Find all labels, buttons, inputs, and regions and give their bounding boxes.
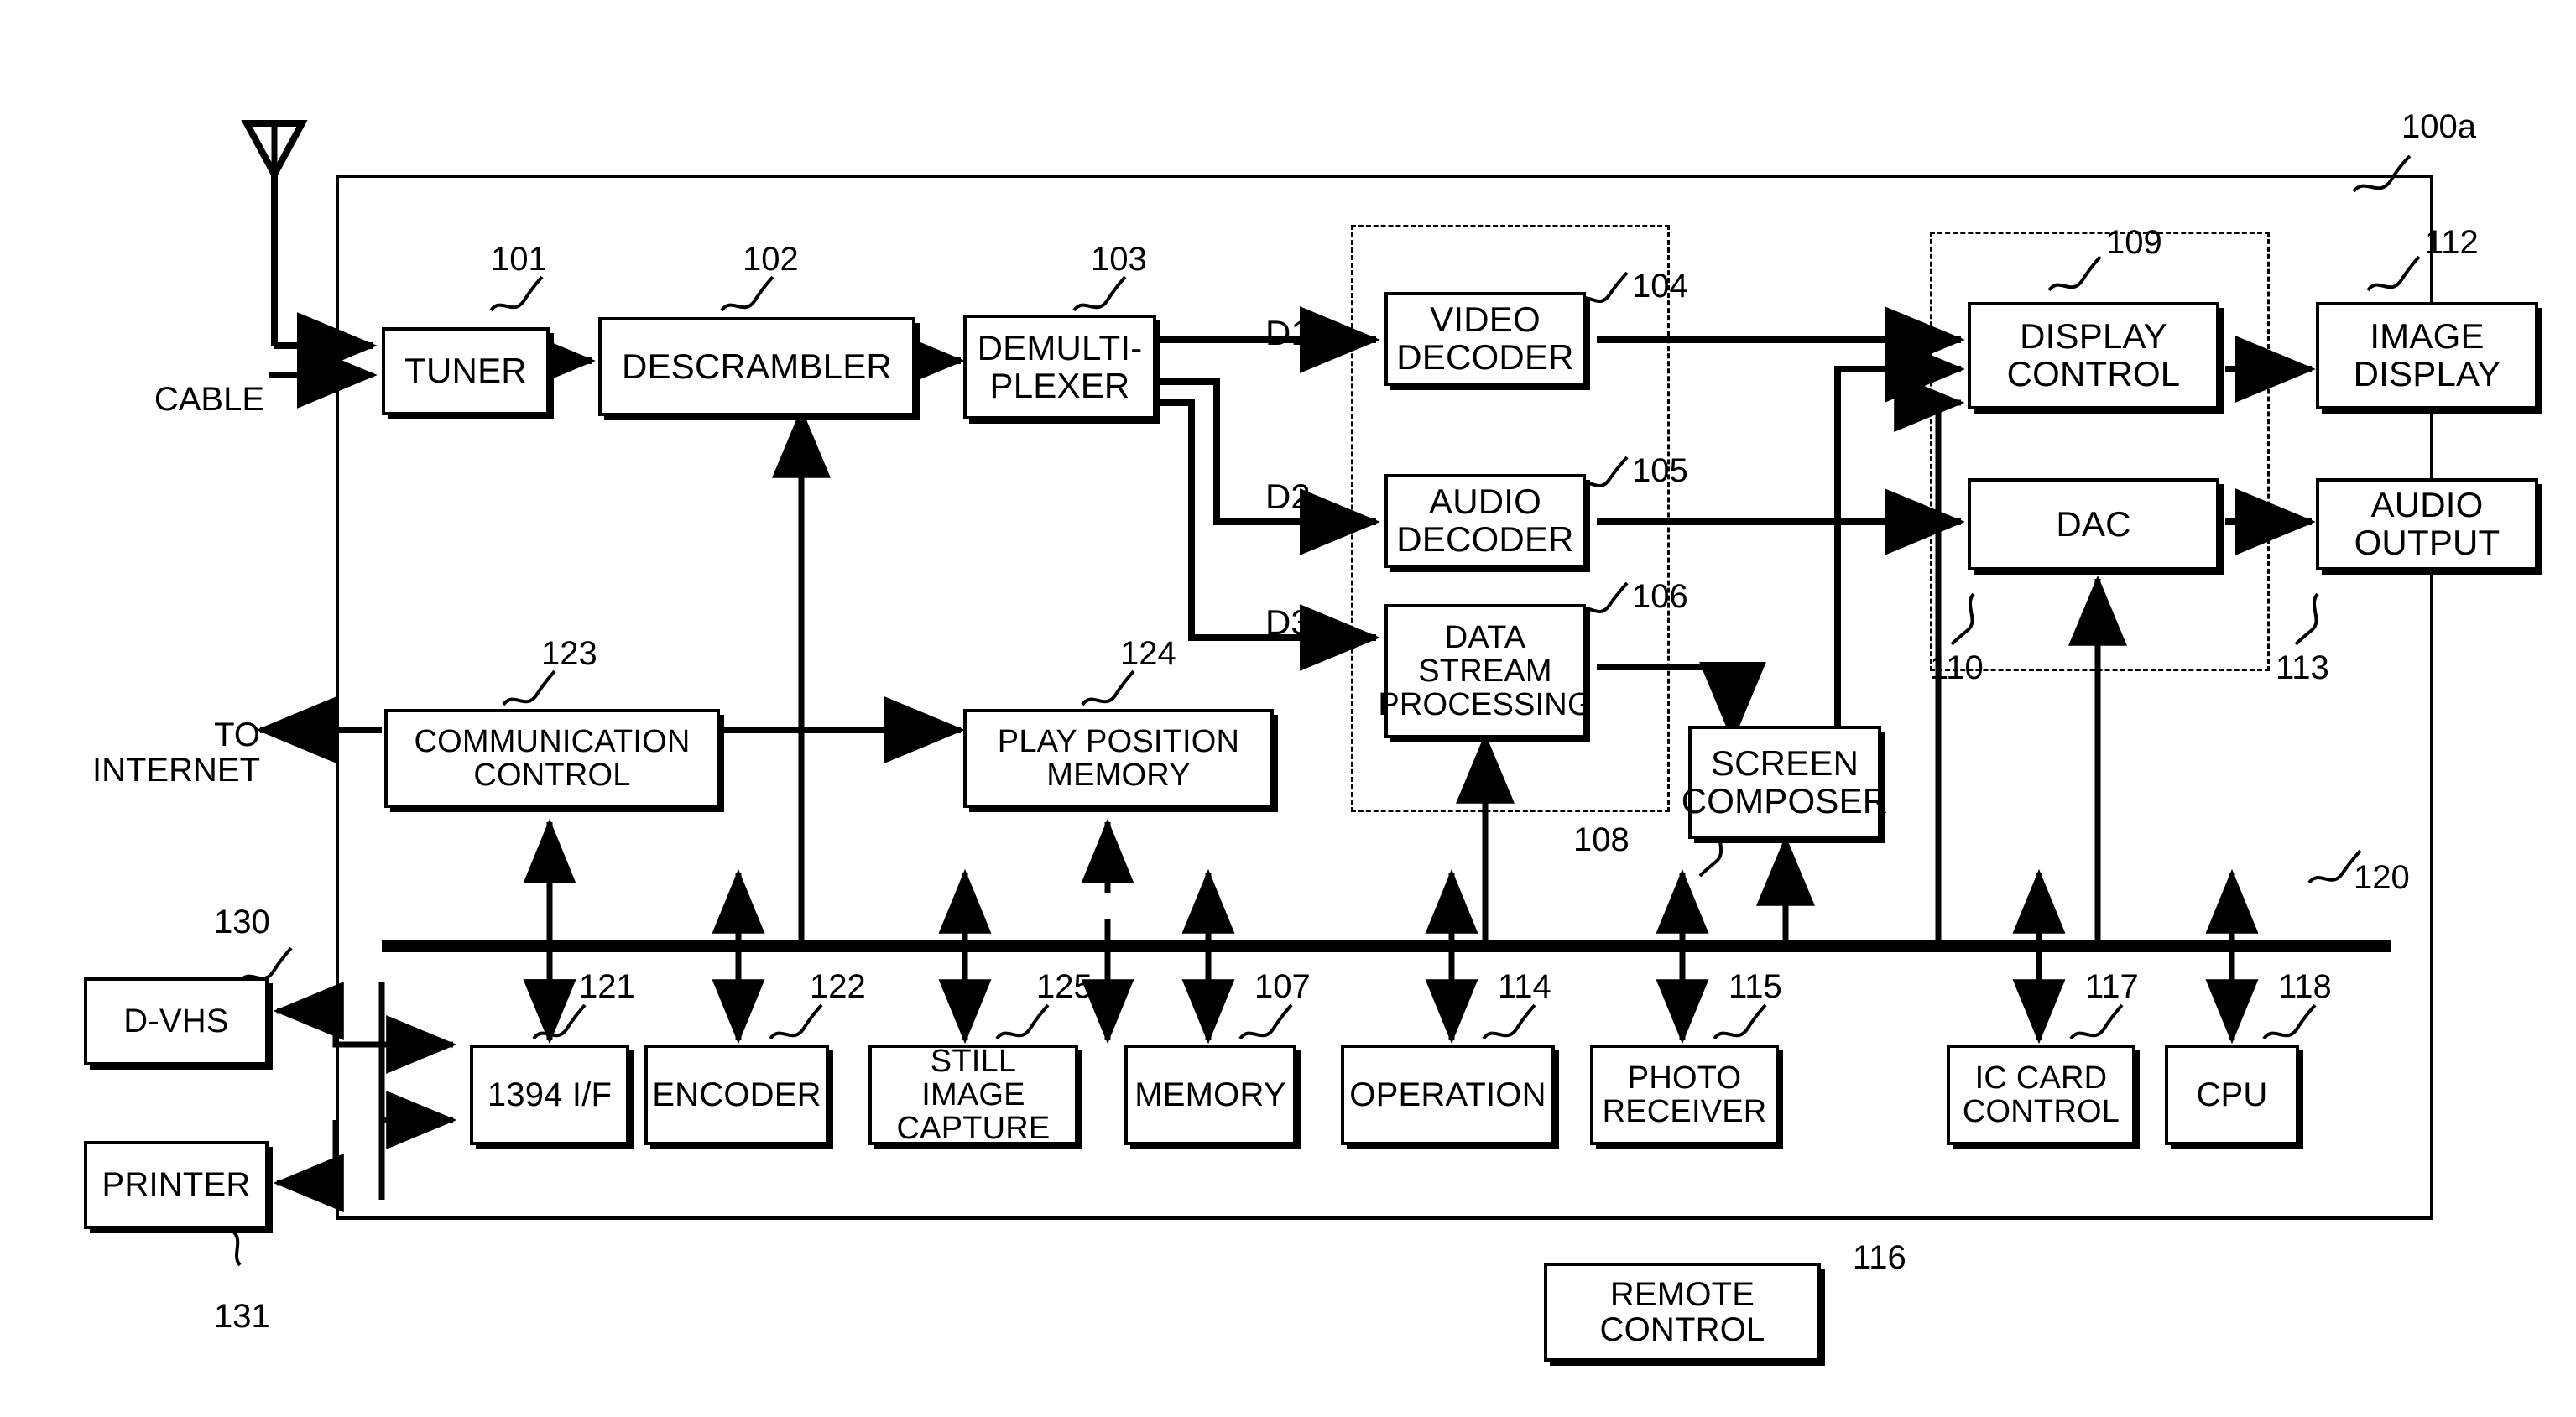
patent-figure: TUNER DESCRAMBLER DEMULTI- PLEXER VIDEO … [0,0,2576,1417]
signal-label-d2: D2 [1265,477,1311,516]
ref-num-123: 123 [541,635,597,672]
block-cpu[interactable]: CPU [2165,1045,2299,1145]
ref-num-120-bus: 120 [2354,859,2410,896]
ref-num-106: 106 [1632,578,1688,615]
signal-label-d3: D3 [1265,602,1311,642]
block-communication-control[interactable]: COMMUNICATION CONTROL [384,709,720,808]
ref-num-109: 109 [2106,224,2162,261]
block-photo-receiver[interactable]: PHOTO RECEIVER [1590,1045,1779,1145]
ref-num-131: 131 [214,1298,270,1335]
ref-num-103: 103 [1091,241,1147,278]
block-image-display[interactable]: IMAGE DISPLAY [2316,302,2538,409]
ref-num-124: 124 [1120,635,1176,672]
signal-label-d1: D1 [1265,313,1311,352]
ref-num-118: 118 [2278,968,2332,1005]
ref-num-117: 117 [2085,968,2139,1005]
ref-num-100a: 100a [2401,108,2476,145]
ref-num-108-decoder-group: 108 [1573,821,1630,858]
block-memory[interactable]: MEMORY [1124,1045,1296,1145]
label-to-internet: TO INTERNET [92,716,260,789]
block-still-image-capture[interactable]: STILL IMAGE CAPTURE [868,1045,1078,1145]
output-group-dashed-box [1930,232,2270,671]
ref-num-113: 113 [2276,649,2329,686]
ref-num-125: 125 [1036,968,1092,1005]
ref-num-121: 121 [579,968,635,1005]
ref-num-101: 101 [491,241,547,278]
block-operation[interactable]: OPERATION [1341,1045,1555,1145]
block-demultiplexer[interactable]: DEMULTI- PLEXER [963,315,1156,419]
ref-num-102: 102 [743,241,799,278]
ref-num-112: 112 [2425,224,2479,261]
block-ic-card-control[interactable]: IC CARD CONTROL [1947,1045,2135,1145]
block-video-decoder[interactable]: VIDEO DECODER [1384,292,1586,386]
ref-num-130: 130 [214,904,270,940]
block-dac[interactable]: DAC [1968,478,2219,570]
ref-num-104: 104 [1632,268,1688,305]
block-1394-interface[interactable]: 1394 I/F [470,1045,629,1145]
block-remote-control[interactable]: REMOTE CONTROL [1544,1263,1821,1362]
ref-num-110: 110 [1930,649,1984,686]
block-encoder[interactable]: ENCODER [644,1045,829,1145]
block-d-vhs[interactable]: D-VHS [84,977,269,1065]
ref-num-105: 105 [1632,452,1688,489]
block-audio-decoder[interactable]: AUDIO DECODER [1384,474,1586,568]
block-descrambler[interactable]: DESCRAMBLER [598,317,915,416]
block-play-position-memory[interactable]: PLAY POSITION MEMORY [963,709,1274,808]
ref-num-115: 115 [1729,968,1782,1005]
ref-num-114: 114 [1498,968,1551,1005]
block-printer[interactable]: PRINTER [84,1141,269,1229]
block-screen-composer[interactable]: SCREEN COMPOSER [1682,726,1888,839]
label-cable-input: CABLE [154,381,264,418]
block-display-control[interactable]: DISPLAY CONTROL [1968,302,2219,409]
ref-num-116: 116 [1853,1239,1906,1276]
block-audio-output[interactable]: AUDIO OUTPUT [2316,478,2538,570]
ref-num-107: 107 [1254,968,1311,1005]
block-tuner[interactable]: TUNER [382,327,550,415]
block-data-stream-processing[interactable]: DATA STREAM PROCESSING [1378,604,1593,738]
ref-num-122: 122 [810,968,866,1005]
